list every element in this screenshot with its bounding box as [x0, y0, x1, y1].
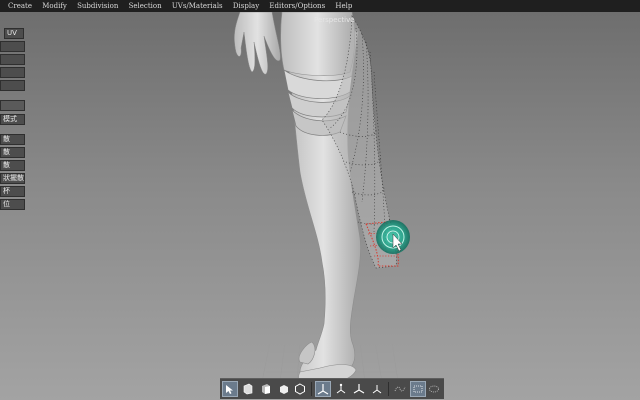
axis-icon-a[interactable]: [315, 381, 331, 397]
box-icon-c[interactable]: [276, 381, 292, 397]
soft-select-icon[interactable]: [392, 381, 408, 397]
menu-subdivision[interactable]: Subdivision: [77, 0, 118, 12]
panel-button-5[interactable]: [0, 80, 25, 91]
uv-button[interactable]: UV: [4, 28, 24, 39]
menu-uvs-materials[interactable]: UVs/Materials: [172, 0, 223, 12]
menu-bar: Create Modify Subdivision Selection UVs/…: [0, 0, 640, 12]
lasso-icon[interactable]: [426, 381, 442, 397]
menu-editors-options[interactable]: Editors/Options: [269, 0, 325, 12]
brush-cursor-icon: [376, 220, 410, 254]
bottom-toolbar: [220, 378, 444, 399]
mode-button[interactable]: 模式: [0, 114, 25, 125]
select-tool-icon[interactable]: [222, 381, 238, 397]
panel-option-4[interactable]: 狀擺散: [0, 173, 25, 184]
panel-option-1[interactable]: 散: [0, 134, 25, 145]
hexagon-icon[interactable]: [292, 381, 308, 397]
panel-button-4[interactable]: [0, 67, 25, 78]
viewport-label: Perspective: [314, 16, 355, 24]
grid-select-icon[interactable]: [410, 381, 426, 397]
panel-button-6[interactable]: [0, 100, 25, 111]
menu-help[interactable]: Help: [335, 0, 352, 12]
panel-button-2[interactable]: [0, 41, 25, 52]
scene-render: [234, 12, 410, 385]
menu-display[interactable]: Display: [233, 0, 259, 12]
axis-icon-c[interactable]: [351, 381, 367, 397]
box-icon-b[interactable]: [258, 381, 274, 397]
panel-option-6[interactable]: 位: [0, 199, 25, 210]
menu-create[interactable]: Create: [8, 0, 32, 12]
panel-button-3[interactable]: [0, 54, 25, 65]
panel-option-5[interactable]: 杯: [0, 186, 25, 197]
menu-selection[interactable]: Selection: [129, 0, 162, 12]
box-icon-a[interactable]: [240, 381, 256, 397]
axis-icon-b[interactable]: [333, 381, 349, 397]
panel-option-2[interactable]: 散: [0, 147, 25, 158]
axis-icon-d[interactable]: [369, 381, 385, 397]
menu-modify[interactable]: Modify: [42, 0, 67, 12]
toolbar-separator: [311, 382, 312, 396]
toolbar-separator: [388, 382, 389, 396]
hand: [234, 12, 281, 75]
panel-option-3[interactable]: 散: [0, 160, 25, 171]
viewport-3d[interactable]: Perspective: [0, 12, 640, 400]
